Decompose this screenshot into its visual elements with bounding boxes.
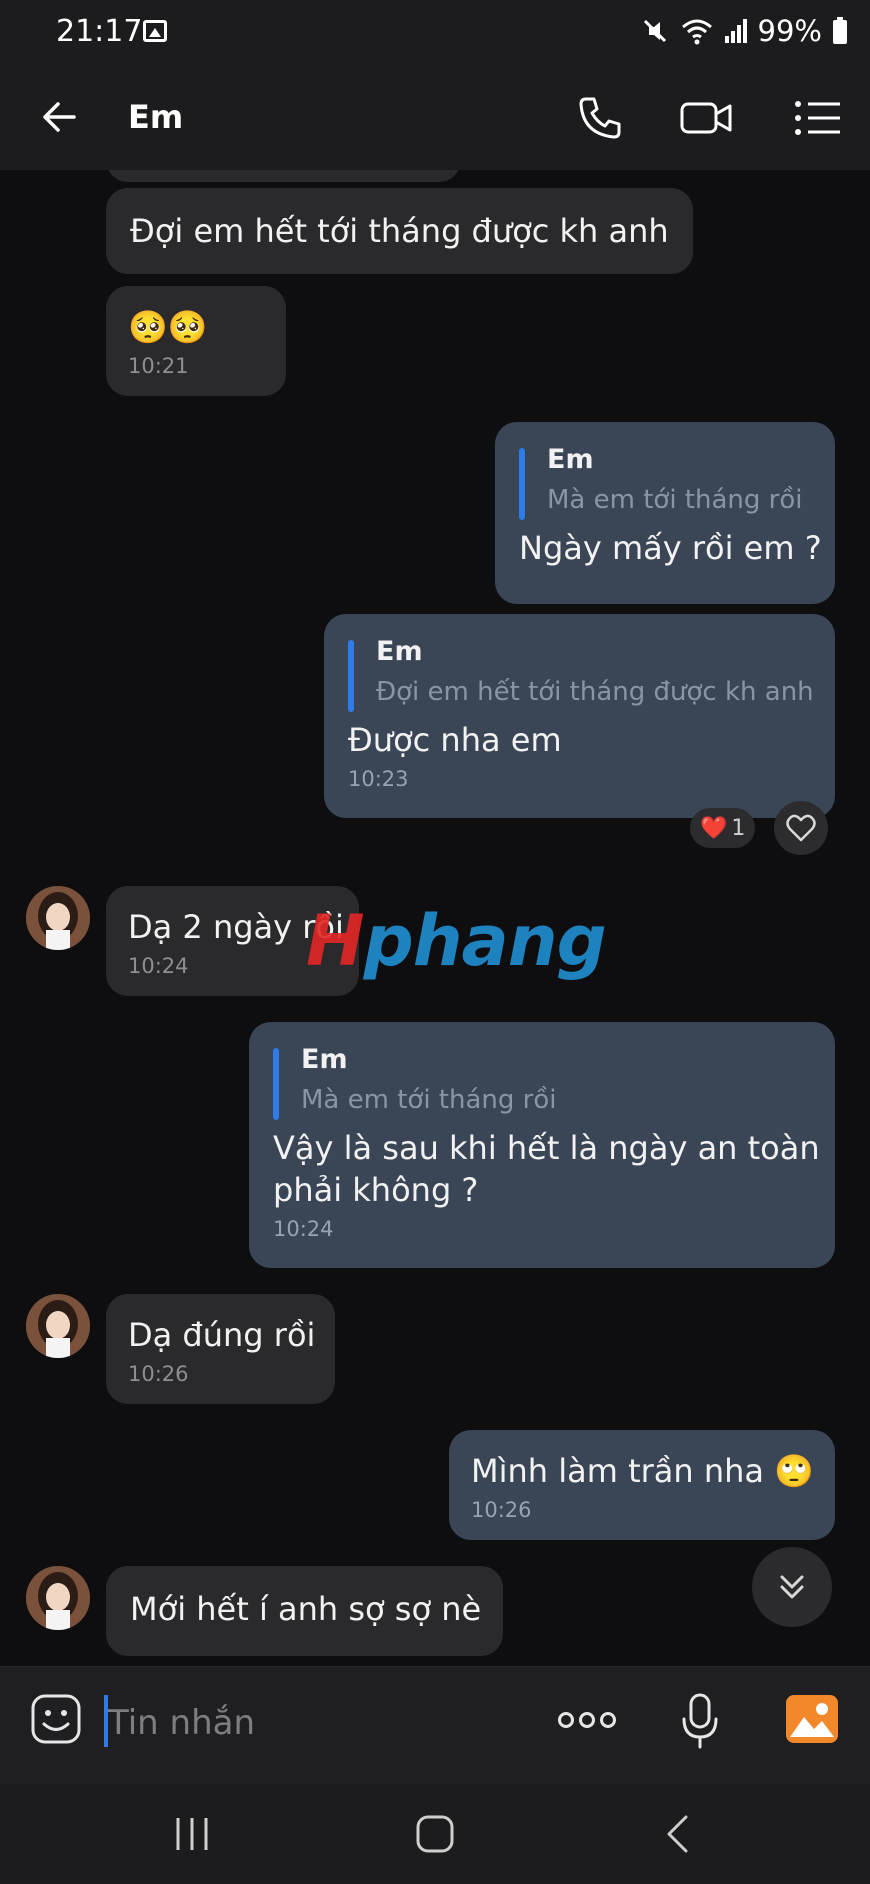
message-time: 10:26 — [128, 1362, 189, 1386]
avatar-image — [26, 1566, 90, 1630]
message-bubble-partial — [106, 170, 461, 182]
quoted-reply[interactable]: Em Đợi em hết tới tháng được kh anh — [348, 636, 814, 712]
reaction-badge[interactable]: ❤️ 1 — [690, 808, 756, 848]
quote-author: Em — [547, 444, 594, 475]
contact-name[interactable]: Em — [128, 98, 183, 136]
recent-apps-icon[interactable] — [170, 1812, 214, 1856]
quote-text: Mà em tới tháng rồi — [301, 1085, 557, 1115]
message-time: 10:21 — [128, 354, 189, 378]
quote-text: Đợi em hết tới tháng được kh anh — [376, 677, 814, 707]
contact-avatar[interactable] — [26, 886, 90, 950]
status-bar: 21:17 99% — [0, 0, 870, 64]
outgoing-message[interactable]: Mình làm trần nha 🙄 10:26 — [449, 1430, 835, 1540]
outgoing-message[interactable]: Em Mà em tới tháng rồi Ngày mấy rồi em ? — [495, 422, 835, 604]
message-text-line: Vậy là sau khi hết là ngày an toàn — [273, 1129, 820, 1167]
incoming-message[interactable]: Đợi em hết tới tháng được kh anh — [106, 188, 693, 274]
battery-icon — [833, 17, 847, 44]
mute-icon — [643, 19, 666, 43]
message-time: 10:23 — [348, 767, 409, 791]
quote-text: Mà em tới tháng rồi — [547, 485, 803, 515]
message-text: Dạ đúng rồi — [128, 1316, 316, 1354]
heart-outline-icon — [786, 814, 816, 842]
message-text: Ngày mấy rồi em ? — [519, 529, 822, 567]
watermark-logo: Hphang — [306, 900, 607, 982]
more-options-icon[interactable] — [556, 1705, 618, 1735]
back-nav-icon[interactable] — [656, 1812, 700, 1856]
incoming-message[interactable]: Dạ đúng rồi 10:26 — [106, 1294, 335, 1404]
status-time: 21:17 — [56, 14, 143, 49]
message-text: Mình làm trần nha 🙄 — [471, 1452, 815, 1490]
message-text: Mới hết í anh sợ sợ nè — [130, 1590, 482, 1628]
quote-bar — [519, 448, 525, 520]
wifi-icon — [681, 19, 712, 45]
outgoing-message[interactable]: Em Đợi em hết tới tháng được kh anh Được… — [324, 614, 835, 818]
microphone-icon[interactable] — [680, 1691, 720, 1751]
avatar-image — [26, 1294, 90, 1358]
reaction-count: 1 — [731, 815, 746, 841]
message-composer — [0, 1666, 870, 1785]
status-indicators: 99% — [640, 14, 848, 48]
incoming-message[interactable]: Mới hết í anh sợ sợ nè — [106, 1566, 503, 1656]
heart-reaction-icon: ❤️ — [700, 815, 728, 841]
message-text-line: phải không ? — [273, 1171, 479, 1209]
double-chevron-down-icon — [780, 1575, 804, 1599]
home-icon[interactable] — [413, 1812, 457, 1856]
message-time: 10:24 — [273, 1217, 334, 1241]
message-text: Được nha em — [348, 721, 562, 759]
phone-call-icon[interactable] — [572, 90, 628, 146]
quote-author: Em — [301, 1044, 348, 1075]
incoming-message[interactable]: 🥺🥺 10:21 — [106, 286, 286, 396]
signal-icon — [724, 19, 747, 43]
react-heart-button[interactable] — [774, 801, 828, 855]
scroll-to-bottom-button[interactable] — [752, 1547, 832, 1627]
message-input[interactable] — [106, 1695, 530, 1751]
battery-percent: 99% — [757, 14, 822, 48]
back-arrow-icon[interactable] — [34, 90, 88, 144]
message-text: Đợi em hết tới tháng được kh anh — [130, 212, 669, 250]
menu-list-icon[interactable] — [790, 90, 846, 146]
avatar-image — [26, 886, 90, 950]
contact-avatar[interactable] — [26, 1566, 90, 1630]
chat-header: Em — [0, 64, 870, 170]
system-navigation-bar — [0, 1784, 870, 1884]
video-call-icon[interactable] — [678, 90, 734, 146]
sticker-emoji-icon[interactable] — [30, 1693, 82, 1745]
outgoing-message[interactable]: Em Mà em tới tháng rồi Vậy là sau khi hế… — [249, 1022, 835, 1268]
contact-avatar[interactable] — [26, 1294, 90, 1358]
quote-author: Em — [376, 636, 423, 667]
quote-bar — [348, 640, 354, 712]
gallery-image-icon[interactable] — [784, 1693, 840, 1745]
quoted-reply[interactable]: Em Mà em tới tháng rồi — [519, 444, 811, 520]
message-text: 🥺🥺 — [128, 308, 208, 346]
gallery-notification-icon — [143, 20, 167, 42]
message-time: 10:26 — [471, 1498, 532, 1522]
quote-bar — [273, 1048, 279, 1120]
quoted-reply[interactable]: Em Mà em tới tháng rồi — [273, 1044, 811, 1120]
